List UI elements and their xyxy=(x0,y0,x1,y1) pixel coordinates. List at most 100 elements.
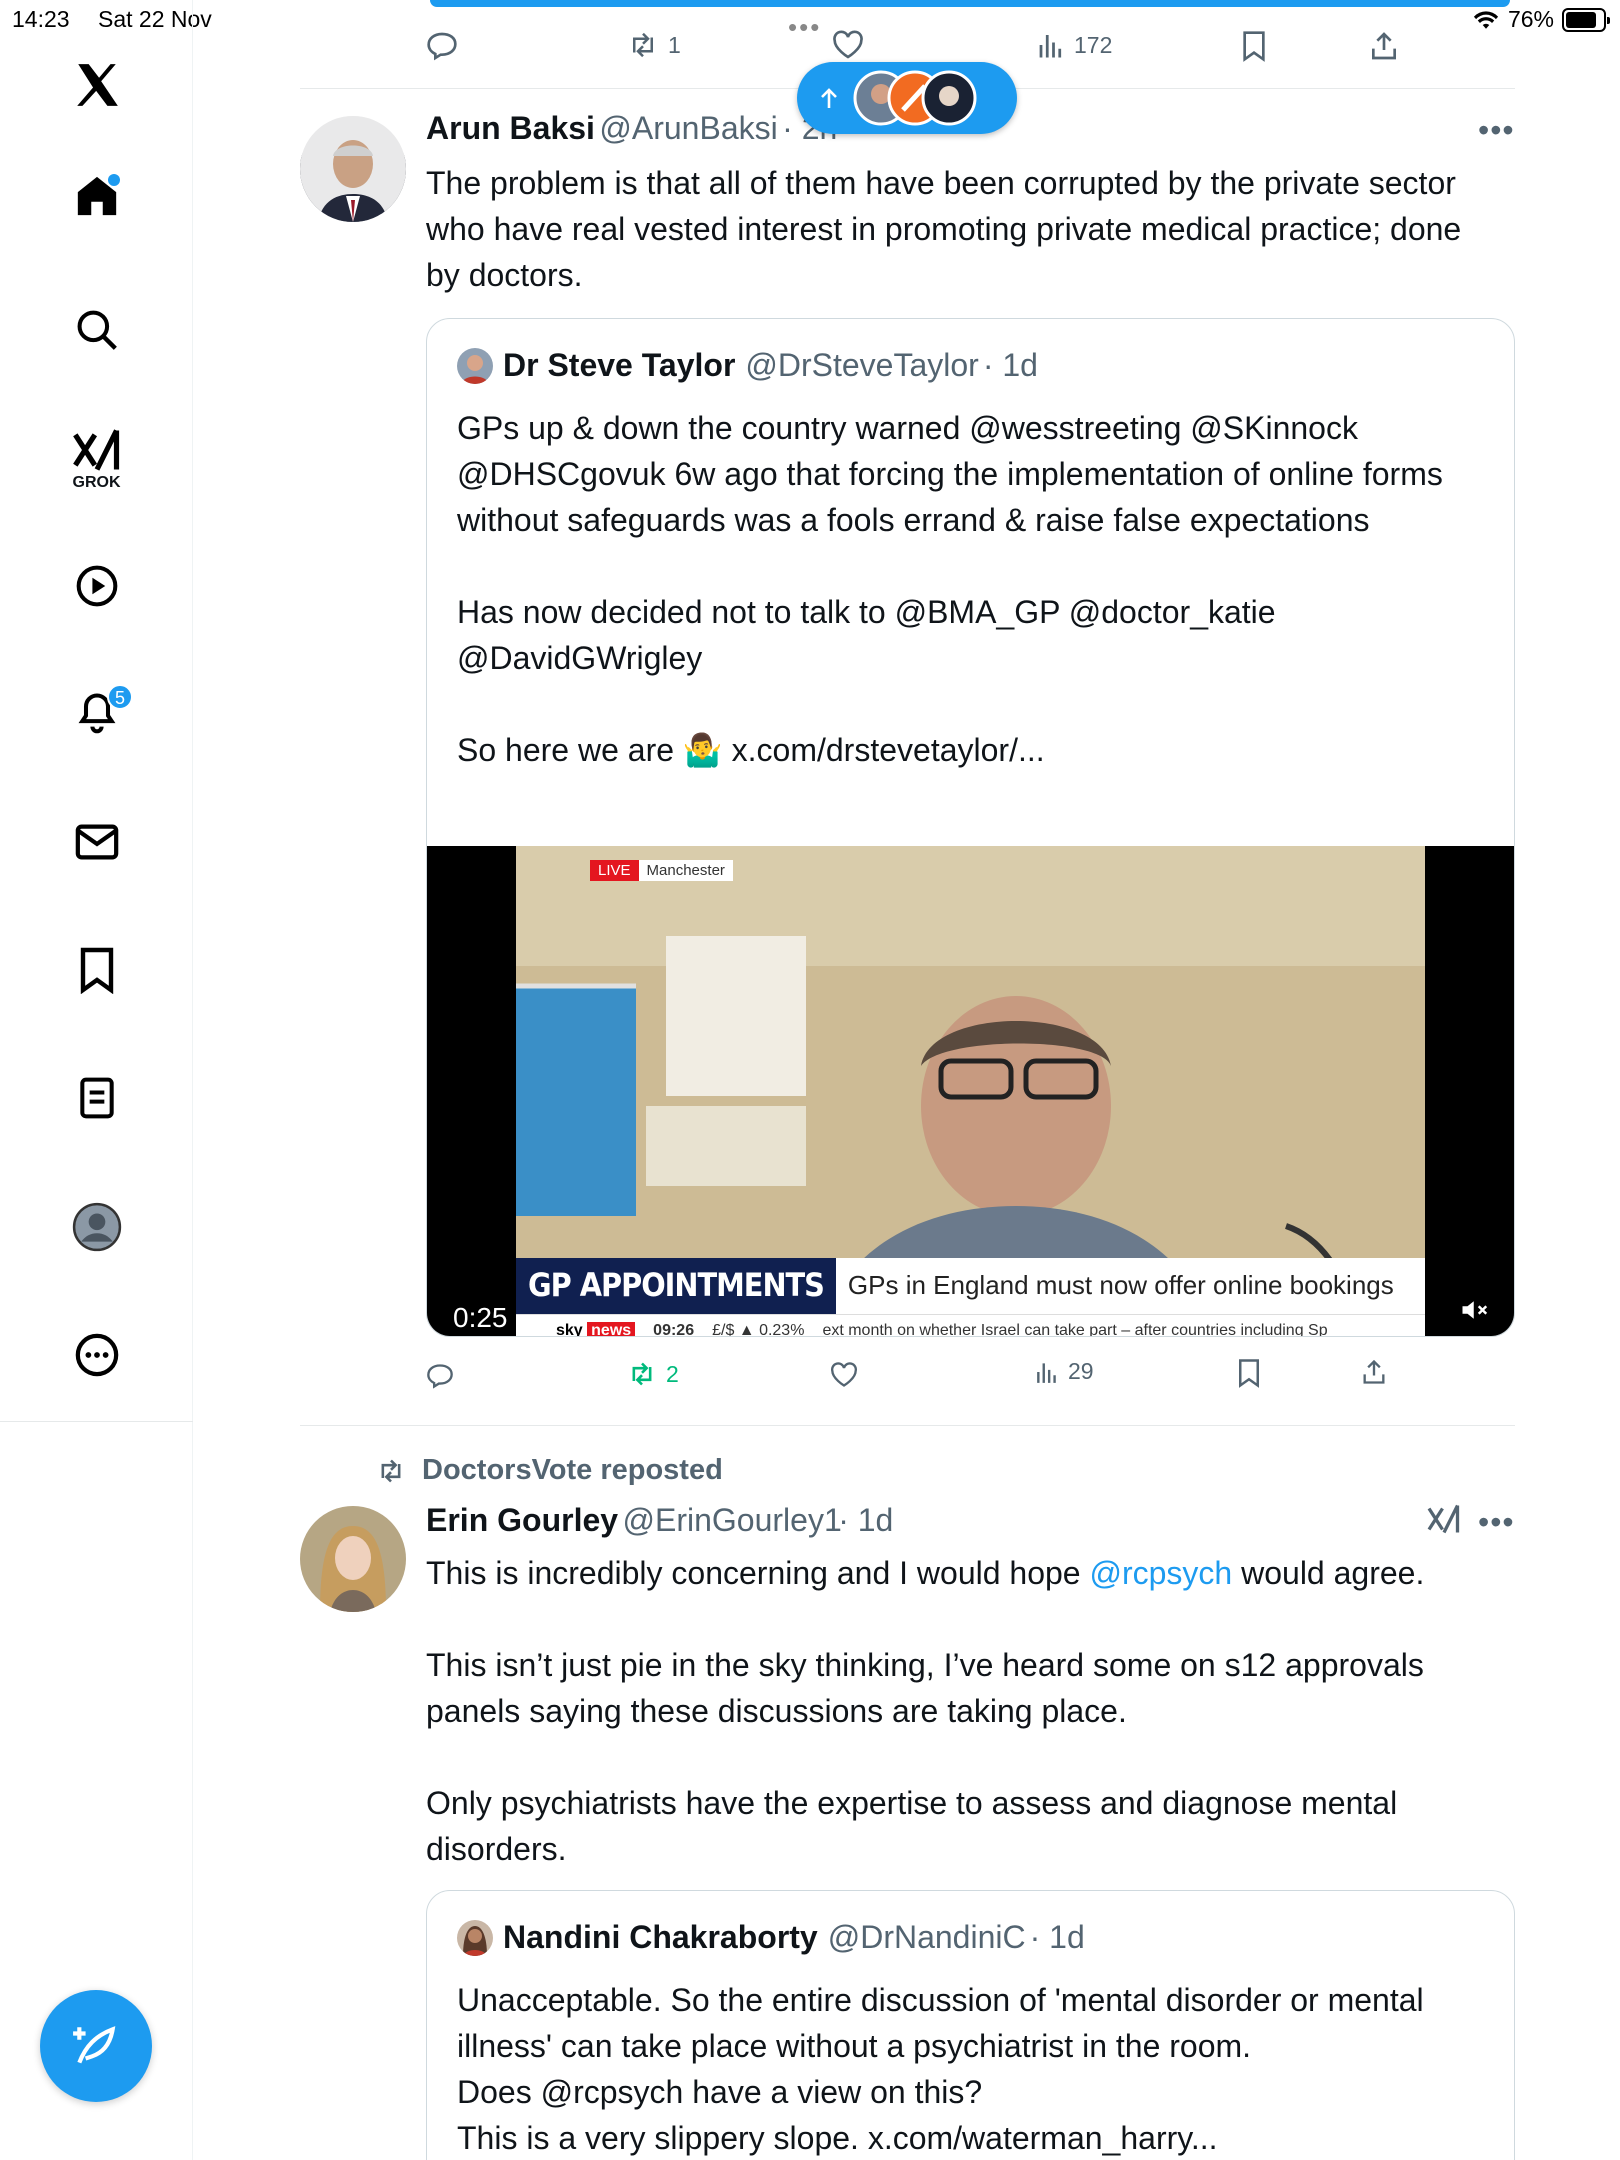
notifications-icon[interactable]: 5 xyxy=(0,684,193,736)
author-handle[interactable]: @ErinGourley1 xyxy=(623,1502,842,1538)
video-frame: LIVE Manchester GP APPOINTMENTS GPs in E… xyxy=(516,846,1425,1337)
grok-explain-icon[interactable] xyxy=(1426,1502,1462,1541)
headline: GPs in England must now offer online boo… xyxy=(835,1258,1425,1314)
post-divider xyxy=(300,1425,1515,1426)
lists-icon[interactable] xyxy=(0,1076,193,1120)
author-name[interactable]: Erin Gourley xyxy=(426,1502,618,1538)
heart-icon xyxy=(831,1362,857,1387)
bookmark-button[interactable] xyxy=(1236,1358,1262,1388)
live-label: LIVE xyxy=(590,860,639,881)
new-posts-avatars xyxy=(853,70,977,126)
avatar-image xyxy=(300,1506,406,1612)
repost-label[interactable]: DoctorsVote reposted xyxy=(422,1454,723,1487)
headline-key: GP APPOINTMENTS xyxy=(516,1258,836,1314)
messages-icon[interactable] xyxy=(0,822,193,862)
sidebar-divider xyxy=(0,1421,193,1422)
news-ticker: sky news 09:26 £/$ ▲ 0.23% ext month on … xyxy=(516,1314,1425,1337)
repost-button[interactable]: 1 xyxy=(626,30,681,60)
quoted-post[interactable]: Dr Steve Taylor @DrSteveTaylor · 1d GPs … xyxy=(426,318,1515,1337)
video-icon[interactable] xyxy=(0,564,193,608)
ticker-text: ext month on whether Israel can take par… xyxy=(822,1321,1328,1337)
multitask-grabber-icon[interactable]: ••• xyxy=(788,12,821,43)
quote-author-name: Nandini Chakraborty xyxy=(503,1919,818,1955)
post-text: This is incredibly concerning and I woul… xyxy=(426,1550,1496,1596)
share-button[interactable] xyxy=(1368,30,1400,62)
profile-icon[interactable] xyxy=(0,1202,193,1252)
quote-author-name: Dr Steve Taylor xyxy=(503,347,736,383)
repost-icon xyxy=(633,32,653,58)
reply-button[interactable] xyxy=(426,1362,454,1390)
author-handle[interactable]: @ArunBaksi xyxy=(599,110,777,146)
sidebar: GROK 5 xyxy=(0,0,193,2160)
bookmarks-icon[interactable] xyxy=(0,946,193,994)
views-button[interactable]: 172 xyxy=(1036,30,1112,60)
share-icon xyxy=(1363,1359,1385,1384)
grok-label: GROK xyxy=(72,474,121,491)
quote-text: Unacceptable. So the entire discussion o… xyxy=(457,1982,1424,2156)
author-name[interactable]: Arun Baksi xyxy=(426,110,595,146)
location-label: Manchester xyxy=(638,860,733,881)
mention-link[interactable]: @rcpsych xyxy=(1089,1555,1232,1591)
quote-header: Nandini Chakraborty @DrNandiniC · 1d xyxy=(457,1919,1085,1956)
grok-icon xyxy=(72,429,119,471)
post-header: Erin Gourley @ErinGourley1 · 1d xyxy=(426,1502,893,1539)
reply-icon xyxy=(427,1364,453,1389)
quote-age: · 1d xyxy=(1029,1919,1085,1955)
post-age: · 1d xyxy=(838,1502,894,1538)
bookmark-icon xyxy=(1243,31,1265,62)
post-text-continued: This isn’t just pie in the sky thinking,… xyxy=(426,1647,1424,1867)
repost-icon xyxy=(632,1362,652,1386)
repost-button[interactable]: 2 xyxy=(626,1360,679,1388)
bookmark-icon xyxy=(1239,1359,1259,1388)
quote-author-handle: @DrSteveTaylor xyxy=(745,347,979,383)
avatar[interactable] xyxy=(300,116,406,222)
more-icon[interactable] xyxy=(0,1332,193,1378)
like-button[interactable] xyxy=(832,30,864,60)
repost-count: 2 xyxy=(666,1360,679,1387)
repost-indicator: DoctorsVote reposted xyxy=(374,1454,723,1487)
views-button[interactable]: 29 xyxy=(1034,1358,1094,1385)
quote-author-handle: @DrNandiniC xyxy=(827,1919,1026,1955)
views-icon xyxy=(1037,1362,1056,1383)
compose-button[interactable] xyxy=(40,1990,152,2102)
x-logo-icon[interactable] xyxy=(0,60,193,110)
home-icon[interactable] xyxy=(0,172,193,220)
more-options-icon[interactable]: ••• xyxy=(1478,1504,1515,1541)
repost-count: 1 xyxy=(668,31,681,58)
battery-percent: 76% xyxy=(1507,6,1554,32)
lower-third: GP APPOINTMENTS GPs in England must now … xyxy=(516,1258,1425,1314)
post-text-end: would agree. xyxy=(1232,1555,1425,1591)
quote-text: GPs up & down the country warned @wesstr… xyxy=(457,410,1443,768)
new-posts-pill[interactable] xyxy=(797,62,1017,134)
quote-avatar xyxy=(457,347,493,384)
home-unread-dot xyxy=(108,174,120,186)
video-duration: 0:25 xyxy=(445,1300,516,1336)
reply-icon xyxy=(427,32,457,61)
bookmark-button[interactable] xyxy=(1240,30,1268,62)
views-count: 172 xyxy=(1074,31,1113,58)
views-count: 29 xyxy=(1068,1358,1094,1384)
video-player[interactable]: LIVE Manchester GP APPOINTMENTS GPs in E… xyxy=(427,846,1514,1337)
quote-header: Dr Steve Taylor @DrSteveTaylor · 1d xyxy=(457,347,1038,384)
ticker-brand: sky xyxy=(556,1321,583,1337)
ticker-news: news xyxy=(587,1321,636,1336)
avatar-image xyxy=(300,116,406,222)
quoted-post[interactable]: Nandini Chakraborty @DrNandiniC · 1d Una… xyxy=(426,1890,1515,2160)
wifi-icon xyxy=(1473,10,1499,29)
grok-nav[interactable]: GROK xyxy=(0,428,193,492)
share-icon xyxy=(1372,32,1396,60)
post-text-start: This is incredibly concerning and I woul… xyxy=(426,1555,1090,1591)
avatar[interactable] xyxy=(300,1506,406,1612)
reply-button[interactable] xyxy=(426,30,458,62)
battery-icon xyxy=(1562,7,1610,32)
more-options-icon[interactable]: ••• xyxy=(1478,112,1515,149)
like-button[interactable] xyxy=(830,1362,858,1388)
share-button[interactable] xyxy=(1360,1358,1388,1386)
top-progress-bar xyxy=(430,0,1510,7)
arrow-up-icon xyxy=(821,88,837,108)
heart-icon xyxy=(833,30,863,59)
quote-age: · 1d xyxy=(982,347,1038,383)
mute-icon[interactable] xyxy=(1460,1297,1490,1328)
search-icon[interactable] xyxy=(0,308,193,352)
post-text: The problem is that all of them have bee… xyxy=(426,165,1462,293)
